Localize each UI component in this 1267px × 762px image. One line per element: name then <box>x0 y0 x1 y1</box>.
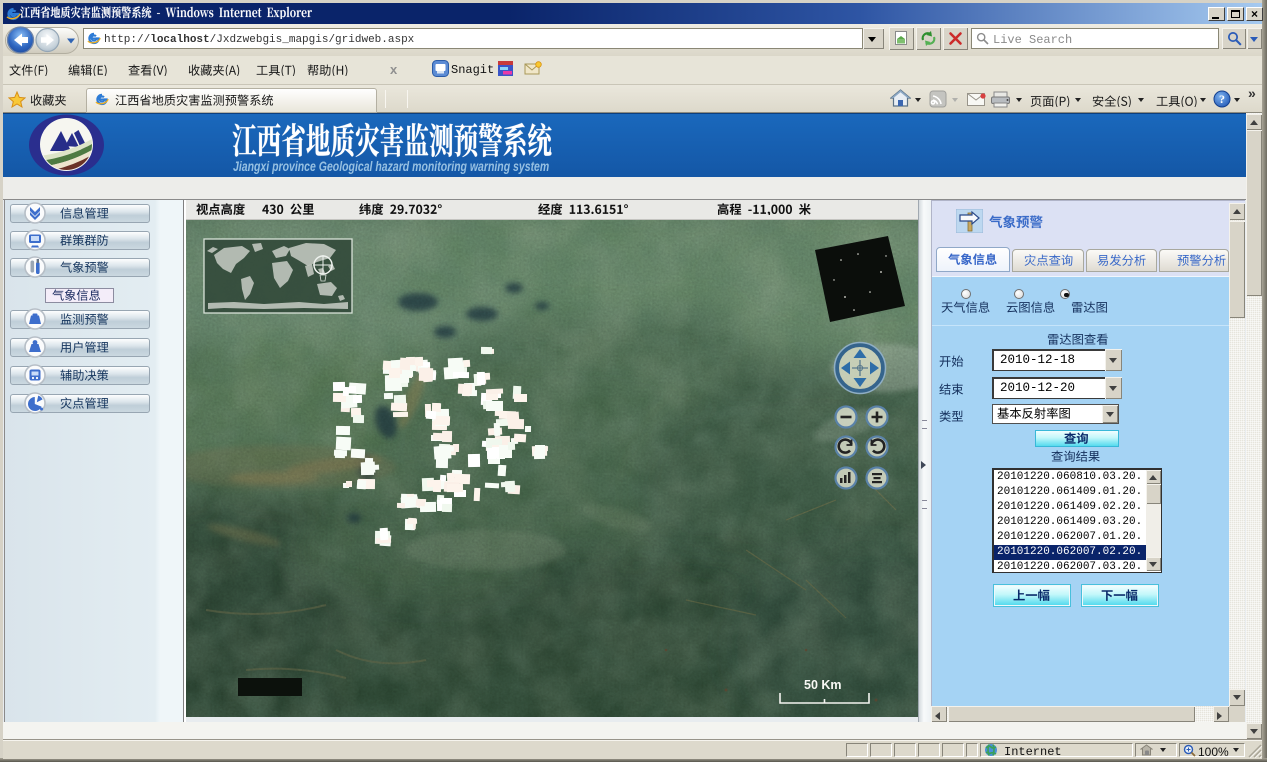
svg-text:50 Km: 50 Km <box>804 678 842 692</box>
svg-text:?: ? <box>1219 92 1225 106</box>
